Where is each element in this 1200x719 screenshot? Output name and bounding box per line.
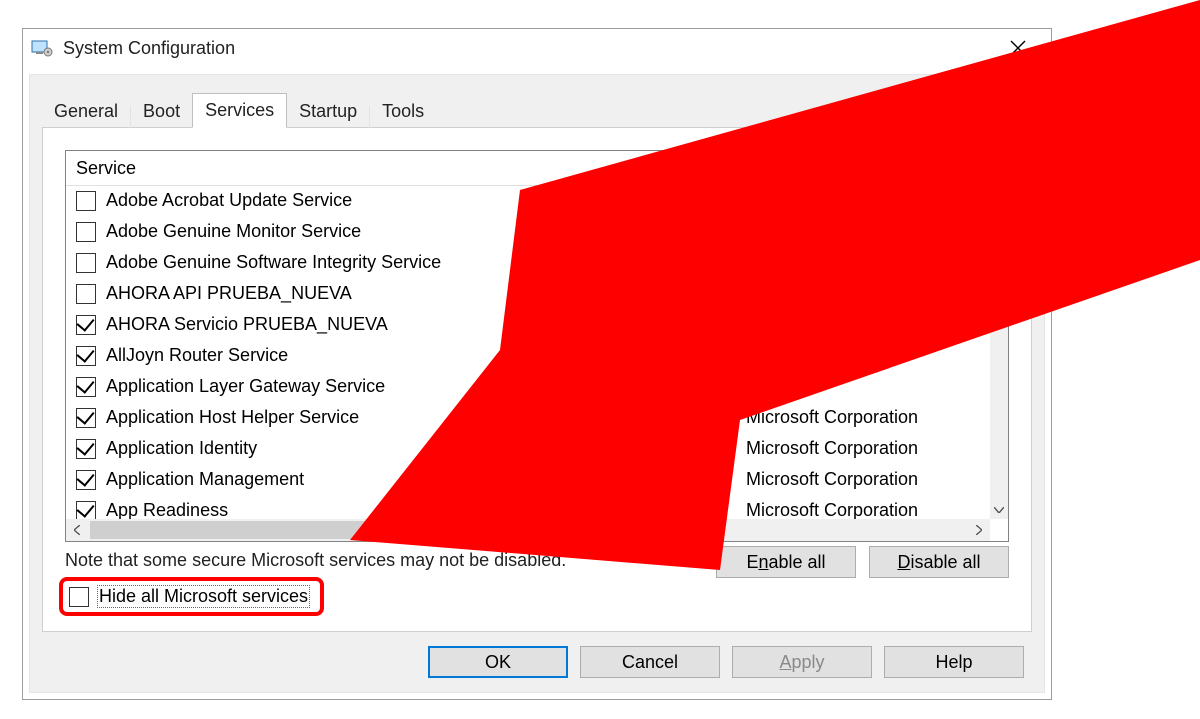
- service-row[interactable]: Application Management Microsoft Corpora…: [66, 464, 990, 495]
- service-row[interactable]: Adobe Acrobat Update Service: [66, 185, 990, 216]
- dialog-buttons: OK Cancel Apply Help: [428, 646, 1024, 678]
- tab-general[interactable]: General: [42, 95, 130, 128]
- service-name: AHORA API PRUEBA_NUEVA: [106, 283, 352, 304]
- service-row[interactable]: Application Identity Microsoft Corporati…: [66, 433, 990, 464]
- service-row[interactable]: AHORA API PRUEBA_NUEVA: [66, 278, 990, 309]
- service-checkbox[interactable]: [76, 439, 96, 459]
- service-row[interactable]: Adobe Genuine Software Integrity Service: [66, 247, 990, 278]
- disable-all-button[interactable]: Disable all: [869, 546, 1009, 578]
- service-row[interactable]: App Readiness Microsoft Corporation: [66, 495, 990, 519]
- scroll-up-icon[interactable]: [990, 185, 1008, 203]
- column-service[interactable]: Service: [66, 158, 736, 179]
- scroll-right-icon[interactable]: [968, 519, 990, 541]
- tab-boot[interactable]: Boot: [131, 95, 192, 128]
- service-row[interactable]: Adobe Genuine Monitor Service: [66, 216, 990, 247]
- service-checkbox[interactable]: [76, 284, 96, 304]
- secure-services-note: Note that some secure Microsoft services…: [65, 550, 566, 571]
- service-name: Application Identity: [106, 438, 257, 459]
- column-headers: Service Manufacturer: [66, 151, 1008, 186]
- cancel-button[interactable]: Cancel: [580, 646, 720, 678]
- service-row[interactable]: AllJoyn Router Service: [66, 340, 990, 371]
- service-manufacturer: Microsoft Corporation: [736, 407, 990, 428]
- close-icon: [1010, 40, 1026, 56]
- service-manufacturer: Microsoft Corporation: [736, 469, 990, 490]
- service-checkbox[interactable]: [76, 346, 96, 366]
- titlebar: System Configuration: [23, 29, 1051, 67]
- service-name: Application Management: [106, 469, 304, 490]
- services-rows: Adobe Acrobat Update Service Adobe Genui…: [66, 185, 990, 519]
- service-name: Application Host Helper Service: [106, 407, 359, 428]
- hide-microsoft-services-label[interactable]: Hide all Microsoft services: [97, 585, 310, 608]
- close-button[interactable]: [993, 33, 1043, 63]
- service-checkbox[interactable]: [76, 315, 96, 335]
- service-row[interactable]: Application Layer Gateway Service: [66, 371, 990, 402]
- dialog-client-area: General Boot Services Startup Tools Serv…: [29, 74, 1045, 693]
- tab-tools[interactable]: Tools: [370, 95, 436, 128]
- column-manufacturer[interactable]: Manufacturer: [736, 158, 1008, 179]
- service-checkbox[interactable]: [76, 408, 96, 428]
- msconfig-icon: [31, 37, 53, 59]
- scroll-thumb[interactable]: [90, 521, 655, 539]
- service-name: Adobe Acrobat Update Service: [106, 190, 352, 211]
- service-checkbox[interactable]: [76, 470, 96, 490]
- services-tabpanel: Service Manufacturer Adobe Acrobat Updat…: [42, 127, 1032, 632]
- service-row[interactable]: Application Host Helper Service Microsof…: [66, 402, 990, 433]
- service-name: App Readiness: [106, 500, 228, 519]
- dialog-title: System Configuration: [63, 38, 235, 59]
- tabstrip: General Boot Services Startup Tools: [42, 93, 436, 128]
- service-manufacturer: Microsoft Corporation: [736, 438, 990, 459]
- system-configuration-dialog: System Configuration General Boot Servic…: [22, 28, 1052, 700]
- service-checkbox[interactable]: [76, 191, 96, 211]
- scroll-down-icon[interactable]: [990, 501, 1008, 519]
- service-checkbox[interactable]: [76, 253, 96, 273]
- hide-microsoft-services-highlight: Hide all Microsoft services: [59, 577, 324, 616]
- service-name: Adobe Genuine Software Integrity Service: [106, 252, 441, 273]
- horizontal-scrollbar[interactable]: [66, 519, 990, 541]
- scroll-left-icon[interactable]: [66, 519, 88, 541]
- services-listview[interactable]: Service Manufacturer Adobe Acrobat Updat…: [65, 150, 1009, 542]
- vertical-scrollbar[interactable]: [990, 185, 1008, 519]
- service-name: Application Layer Gateway Service: [106, 376, 385, 397]
- service-checkbox[interactable]: [76, 222, 96, 242]
- apply-button: Apply: [732, 646, 872, 678]
- tab-services[interactable]: Services: [192, 93, 287, 128]
- service-name: AllJoyn Router Service: [106, 345, 288, 366]
- enable-all-button[interactable]: Enable all: [716, 546, 856, 578]
- hide-microsoft-services-checkbox[interactable]: [69, 587, 89, 607]
- service-checkbox[interactable]: [76, 501, 96, 520]
- service-row[interactable]: AHORA Servicio PRUEBA_NUEVA: [66, 309, 990, 340]
- service-name: Adobe Genuine Monitor Service: [106, 221, 361, 242]
- help-button[interactable]: Help: [884, 646, 1024, 678]
- service-name: AHORA Servicio PRUEBA_NUEVA: [106, 314, 388, 335]
- tab-startup[interactable]: Startup: [287, 95, 369, 128]
- ok-button[interactable]: OK: [428, 646, 568, 678]
- service-manufacturer: Microsoft Corporation: [736, 500, 990, 519]
- service-checkbox[interactable]: [76, 377, 96, 397]
